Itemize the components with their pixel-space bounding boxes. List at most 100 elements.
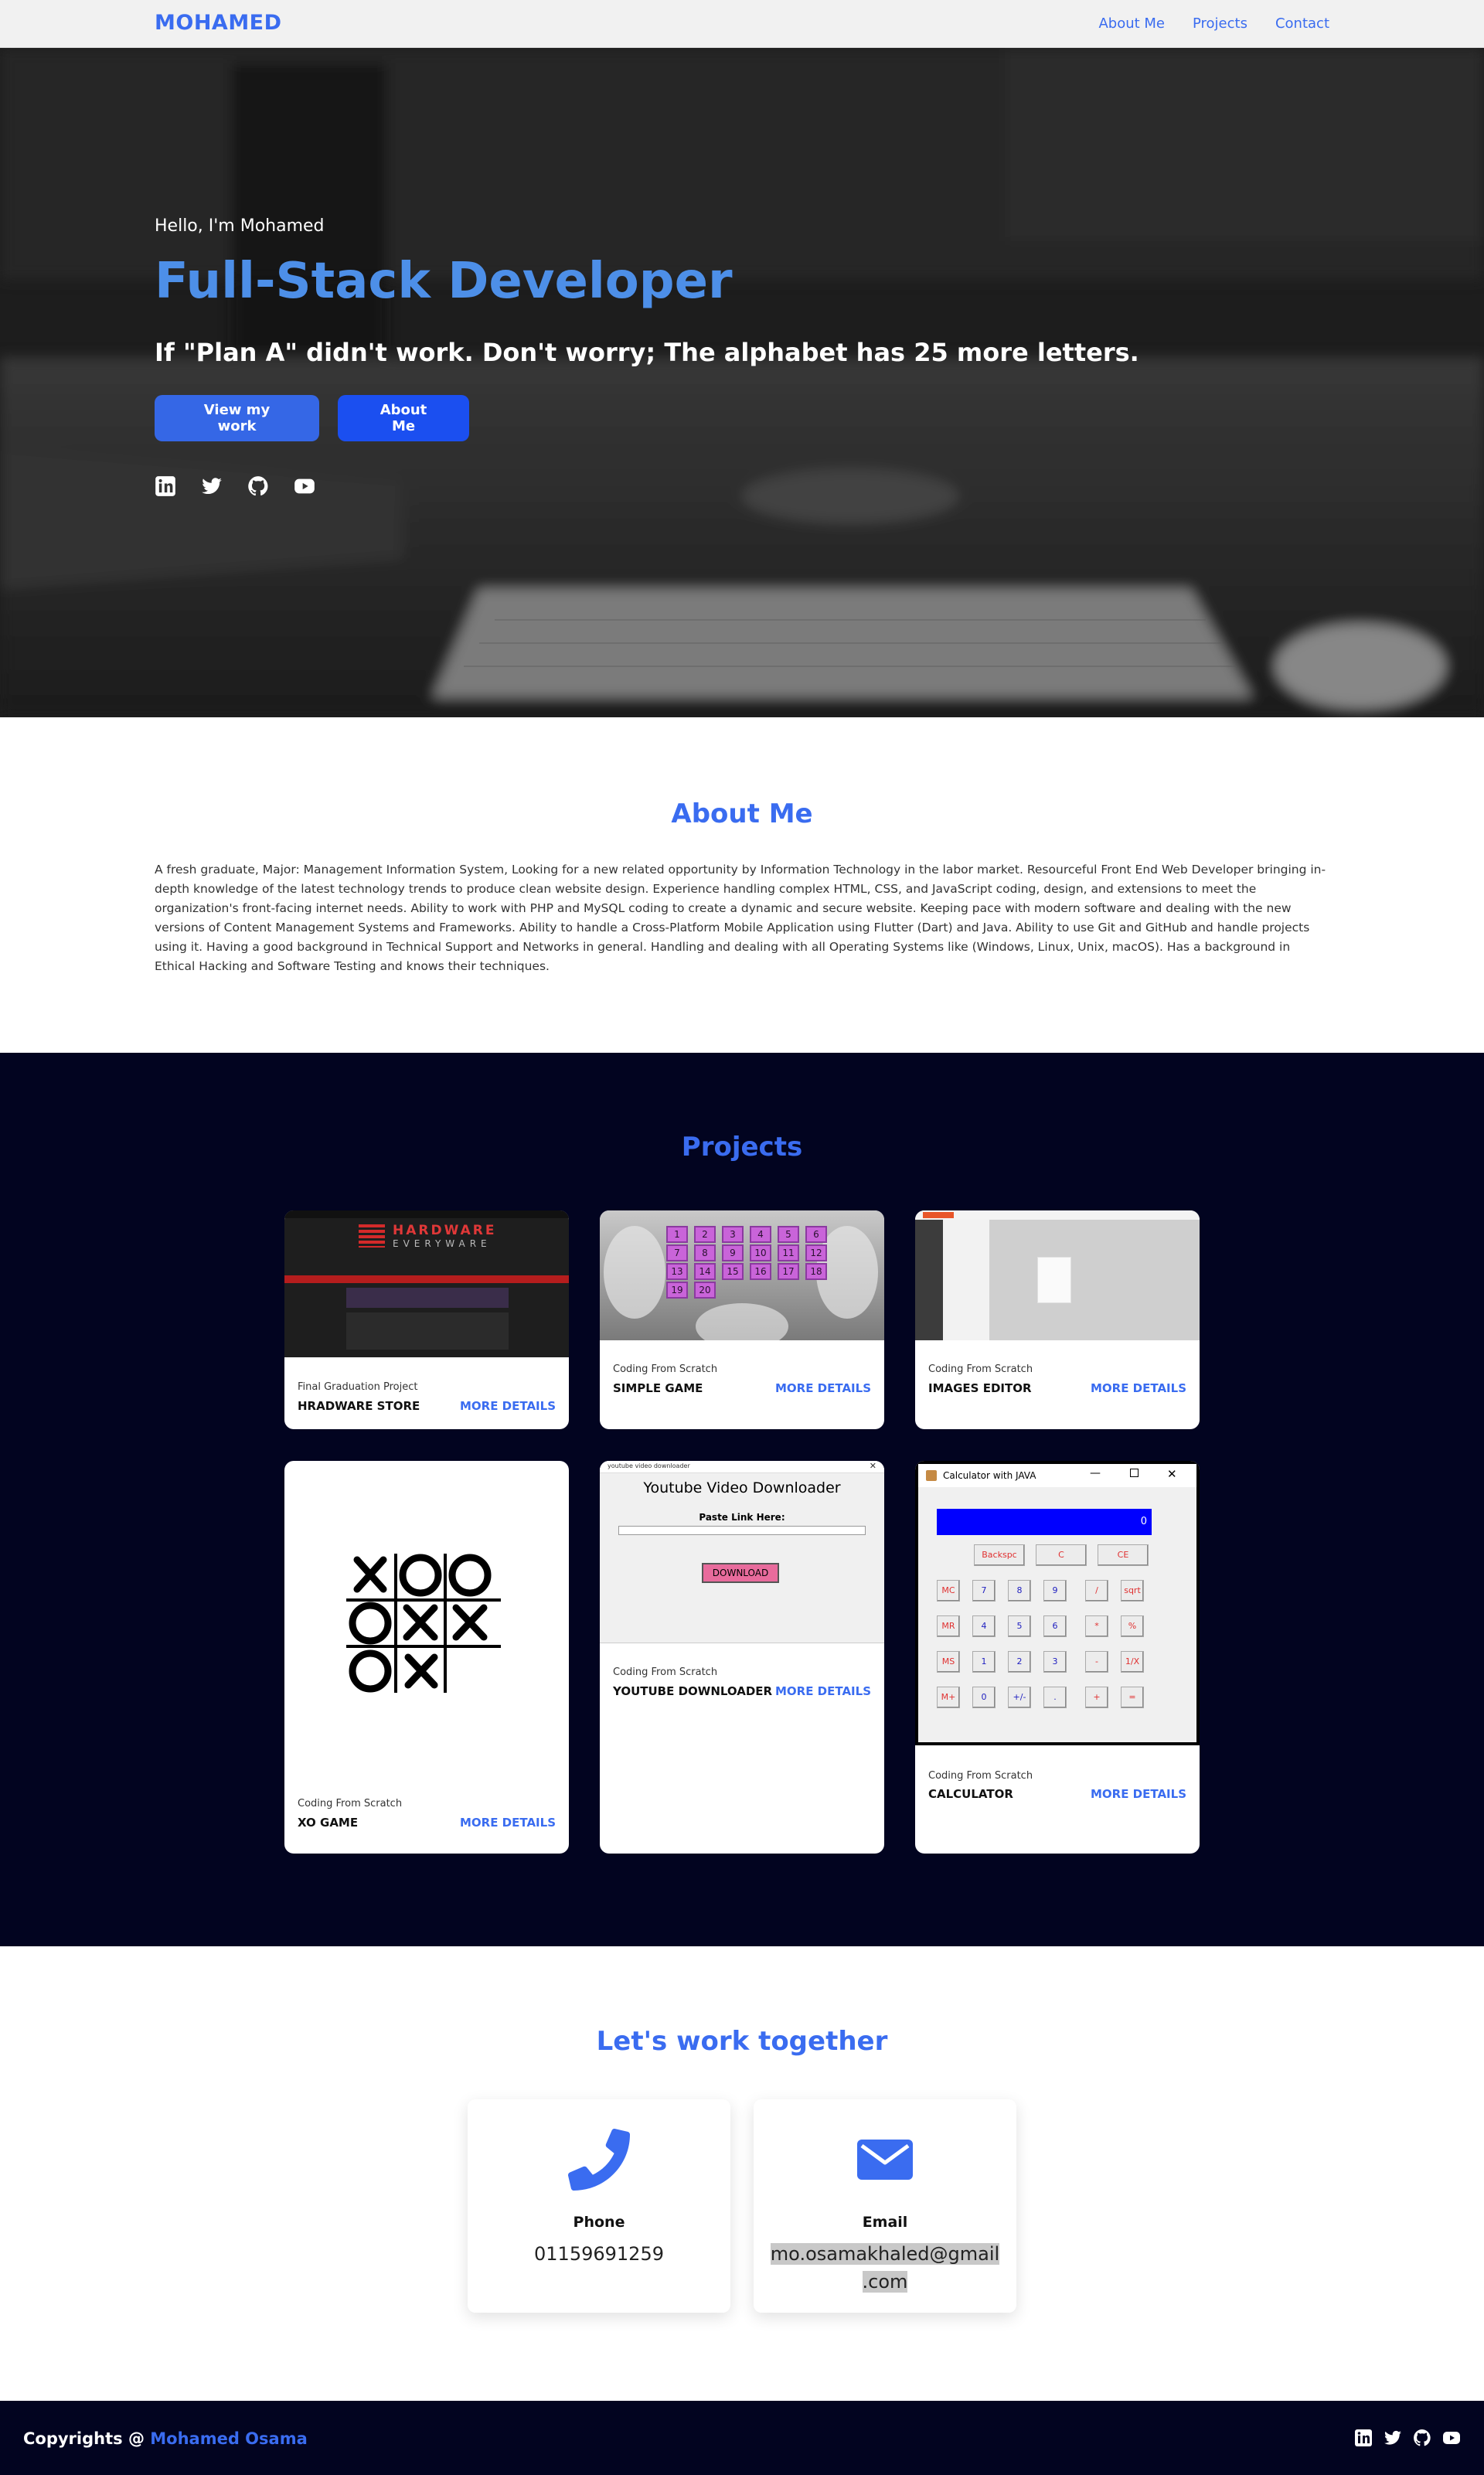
calculator-key: C [1036,1544,1087,1566]
calculator-key: - [1085,1651,1108,1673]
project-card-images-editor[interactable]: Coding From Scratch IMAGES EDITOR MORE D… [915,1210,1200,1429]
game-tile: 15 [722,1263,744,1280]
calculator-key: 4 [972,1615,996,1637]
calculator-key: 8 [1008,1580,1031,1602]
project-card-calculator[interactable]: Calculator with JAVA — ✕ 0 Backspc C CE MC 7… [915,1461,1200,1854]
project-name: SIMPLE GAME [613,1381,703,1395]
downloader-download-button: DOWNLOAD [702,1563,779,1583]
more-details-link[interactable]: MORE DETAILS [460,1816,556,1830]
twitter-icon[interactable] [1384,2429,1402,2447]
calculator-key: 3 [1043,1651,1067,1673]
project-card-youtube-downloader[interactable]: youtube video downloader ✕ Youtube Video… [600,1461,884,1854]
phone-icon [568,2129,630,2191]
linkedin-icon[interactable] [155,475,176,497]
hardware-logo-icon [359,1224,385,1248]
more-details-link[interactable]: MORE DETAILS [460,1399,556,1413]
email-card: Email mo.osamakhaled@gmail .com [754,2099,1016,2313]
game-tile: 2 [694,1226,716,1243]
minimize-icon: — [1090,1467,1101,1479]
linkedin-icon[interactable] [1354,2429,1373,2447]
hero-greeting: Hello, I'm Mohamed [155,216,325,236]
email-value[interactable]: mo.osamakhaled@gmail .com [754,2240,1016,2296]
game-tile: 11 [778,1244,799,1261]
downloader-link-input [618,1526,866,1535]
project-card-simple-game[interactable]: 1 2 3 4 5 6 7 8 9 10 11 12 13 14 15 16 17 18 19 20 Coding F… [600,1210,884,1429]
brand-logo[interactable]: MOHAMED [155,11,282,35]
calculator-display: 0 [937,1509,1152,1535]
about-text: A fresh graduate, Major: Management Info… [155,863,1326,973]
project-name: YOUTUBE DOWNLOADER [613,1684,773,1698]
editor-topbar [915,1210,1200,1220]
calculator-key: = [1121,1687,1144,1708]
calculator-key: 9 [1043,1580,1067,1602]
downloader-heading: Youtube Video Downloader [643,1479,841,1496]
project-subtitle: Coding From Scratch [928,1363,1033,1375]
project-subtitle: Coding From Scratch [928,1770,1033,1782]
game-tile: 8 [694,1244,716,1261]
calculator-key: 7 [972,1580,996,1602]
editor-panel [943,1220,989,1340]
hero-section: Hello, I'm Mohamed Full-Stack Developer … [0,48,1484,717]
game-tile: 17 [778,1263,799,1280]
calculator-title-bar: Calculator with JAVA — ✕ [918,1464,1196,1487]
phone-value[interactable]: 01159691259 [468,2240,730,2268]
github-icon[interactable] [1413,2429,1431,2447]
game-tile: 19 [666,1282,688,1299]
calculator-key: Backspc [974,1544,1025,1566]
more-details-link[interactable]: MORE DETAILS [775,1684,871,1698]
footer: Copyrights @ Mohamed Osama [0,2401,1484,2475]
calculator-key: . [1043,1687,1067,1708]
contact-section: Let's work together Phone 01159691259 Em… [0,1946,1484,2401]
editor-logo [923,1212,954,1218]
email-value-line1: mo.osamakhaled@gmail [770,2243,1000,2265]
nav-link-contact[interactable]: Contact [1275,15,1329,32]
project-card-xo-game[interactable]: Coding From Scratch XO GAME MORE DETAILS [284,1461,569,1854]
calculator-key: +/- [1008,1687,1031,1708]
game-tile: 18 [805,1263,827,1280]
navbar: MOHAMED About Me Projects Contact [0,0,1484,48]
thumbnail-banner [346,1288,509,1308]
more-details-link[interactable]: MORE DETAILS [775,1381,871,1395]
view-my-work-button[interactable]: View my work [155,395,319,441]
project-name: CALCULATOR [928,1787,1013,1801]
xo-board-image [346,1554,501,1693]
more-details-link[interactable]: MORE DETAILS [1091,1381,1186,1395]
game-tile: 6 [805,1226,827,1243]
game-tile: 3 [722,1226,744,1243]
hero-quote: If "Plan A" didn't work. Don't worry; Th… [155,338,1139,367]
more-details-link[interactable]: MORE DETAILS [1091,1787,1186,1801]
game-tile: 12 [805,1244,827,1261]
downloader-field-label: Paste Link Here: [699,1512,785,1523]
project-thumbnail-hardware-store: HARDWARE EVERYWARE [284,1210,569,1357]
project-thumbnail-images-editor [915,1210,1200,1340]
calculator-key: 2 [1008,1651,1031,1673]
contact-title: Let's work together [596,2026,888,2057]
about-me-button[interactable]: About Me [338,395,469,441]
github-icon[interactable] [247,475,269,497]
calculator-key: 1 [972,1651,996,1673]
calculator-key: CE [1098,1544,1149,1566]
phone-label: Phone [573,2214,625,2231]
game-tile: 1 [666,1226,688,1243]
project-name: XO GAME [298,1816,359,1830]
footer-social-links [1354,2429,1461,2447]
calculator-key: 6 [1043,1615,1067,1637]
footer-author-name: Mohamed Osama [150,2429,308,2448]
youtube-icon[interactable] [294,475,315,497]
game-tile: 20 [694,1282,716,1299]
close-icon: ✕ [869,1461,876,1471]
game-tile: 9 [722,1244,744,1261]
hero-title: Full-Stack Developer [155,253,733,310]
about-title: About Me [671,798,813,829]
nav-link-projects[interactable]: Projects [1193,15,1247,32]
projects-section: Projects HARDWARE EVERYWARE Final Gradua… [0,1053,1484,1946]
youtube-icon[interactable] [1442,2429,1461,2447]
project-thumbnail-youtube-downloader: youtube video downloader ✕ Youtube Video… [600,1461,884,1643]
project-subtitle: Coding From Scratch [298,1798,403,1809]
nav-link-about[interactable]: About Me [1098,15,1165,32]
twitter-icon[interactable] [201,475,223,497]
project-card-hardware-store[interactable]: HARDWARE EVERYWARE Final Graduation Proj… [284,1210,569,1429]
close-icon: ✕ [1167,1467,1177,1481]
email-label: Email [862,2214,908,2231]
projects-title: Projects [681,1132,803,1163]
